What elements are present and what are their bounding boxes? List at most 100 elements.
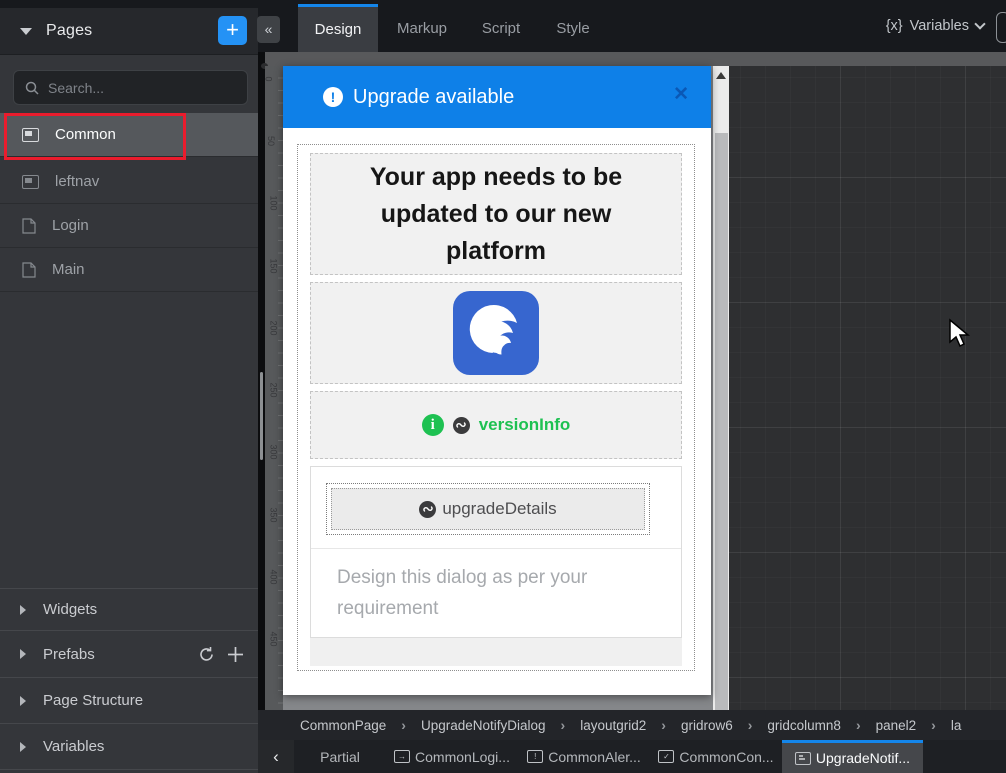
sidebar-item-leftnav[interactable]: leftnav [0, 160, 258, 204]
vertical-ruler: 0 50 100 150 200 250 300 350 400 450 [265, 66, 283, 710]
tab-common-login[interactable]: → CommonLogi... [386, 740, 518, 773]
horizontal-ruler [265, 52, 1006, 66]
panel-divider [311, 548, 681, 549]
bind-icon [453, 417, 470, 434]
alert-dialog-icon: ! [527, 750, 543, 763]
upgrade-details-button[interactable]: upgradeDetails [331, 488, 645, 530]
prefabs-accordion[interactable]: Prefabs [0, 630, 258, 677]
chevron-down-icon [974, 18, 985, 29]
ruler-number: 250 [269, 382, 279, 397]
dialog-layout-grid[interactable]: Your app needs to be updated to our new … [297, 144, 695, 671]
page-item-label: Main [52, 261, 85, 278]
panel2[interactable]: upgradeDetails Design this dialog as per… [310, 466, 682, 638]
tab-upgrade-notify[interactable]: UpgradeNotif... [782, 740, 923, 773]
canvas-scrollbar[interactable] [713, 66, 729, 712]
chevron-right-icon [20, 649, 26, 659]
upgrade-details-label: upgradeDetails [442, 499, 556, 519]
ruler-number: 200 [269, 320, 279, 335]
tabbar-scroll-left-button[interactable]: ‹ [258, 740, 294, 773]
confirm-dialog-icon: ✓ [658, 750, 674, 763]
collapse-sidebar-button[interactable]: « [257, 16, 280, 43]
sidebar-scrollbar[interactable] [260, 372, 263, 460]
breadcrumb-separator: › [561, 717, 566, 733]
bind-icon [419, 501, 436, 518]
tab-style[interactable]: Style [548, 4, 598, 52]
breadcrumb-item[interactable]: CommonPage [300, 718, 386, 733]
clipped-edge-button[interactable] [996, 12, 1006, 43]
partial-icon [22, 175, 39, 189]
page-icon [22, 262, 36, 278]
button-container[interactable]: upgradeDetails [326, 483, 650, 535]
tab-design[interactable]: Design [298, 4, 378, 52]
breadcrumb-item[interactable]: UpgradeNotifyDialog [421, 718, 546, 733]
dialog-heading: Your app needs to be updated to our new … [336, 159, 656, 270]
tab-label: CommonLogi... [415, 749, 510, 765]
refresh-icon[interactable] [198, 646, 215, 663]
page-icon [22, 218, 36, 234]
alert-badge-icon: ! [323, 87, 343, 107]
pages-search-input[interactable] [48, 80, 228, 96]
chevron-right-icon [20, 696, 26, 706]
breadcrumb-item[interactable]: gridcolumn8 [767, 718, 841, 733]
breadcrumb-item[interactable]: gridrow6 [681, 718, 733, 733]
canvas-grid [729, 66, 1006, 712]
page-structure-accordion[interactable]: Page Structure [0, 677, 258, 723]
panel-row[interactable]: upgradeDetails Design this dialog as per… [310, 466, 682, 666]
tab-common-alert[interactable]: ! CommonAler... [518, 740, 650, 773]
breadcrumb-item[interactable]: panel2 [876, 718, 917, 733]
accordion-label: Variables [43, 738, 104, 755]
ruler-number: 450 [269, 631, 279, 646]
sidebar-item-login[interactable]: Login [0, 204, 258, 248]
ruler-number: 300 [269, 444, 279, 459]
tab-common-confirm[interactable]: ✓ CommonCon... [650, 740, 782, 773]
pages-panel-header[interactable]: Pages + [0, 8, 258, 55]
variables-dropdown[interactable]: {x} Variables [886, 0, 984, 52]
pages-search-box[interactable] [13, 70, 248, 105]
notify-dialog-icon [795, 752, 811, 765]
ruler-number: 150 [269, 258, 279, 273]
breadcrumb-separator: › [931, 717, 936, 733]
variables-accordion[interactable]: Variables [0, 723, 258, 770]
pages-sidebar: Pages + Common leftnav Log [0, 8, 258, 773]
sidebar-item-common[interactable]: Common [0, 113, 258, 157]
dialog-title: Upgrade available [353, 86, 514, 109]
sidebar-item-main[interactable]: Main [0, 248, 258, 292]
studio-window: Pages + Common leftnav Log [0, 0, 1006, 773]
scrollbar-up-arrow-icon[interactable] [716, 72, 726, 79]
chevron-right-icon [20, 742, 26, 752]
partial-icon [22, 128, 39, 142]
page-item-label: Common [55, 126, 116, 143]
breadcrumb-separator: › [856, 717, 861, 733]
dialog-header[interactable]: ! Upgrade available ✕ [283, 66, 711, 128]
info-icon: i [422, 414, 444, 436]
breadcrumb-item[interactable]: layoutgrid2 [580, 718, 646, 733]
variables-x-icon: {x} [886, 18, 903, 34]
ruler-number: 400 [269, 569, 279, 584]
scrollbar-thumb[interactable] [715, 133, 728, 710]
close-icon[interactable]: ✕ [673, 83, 689, 106]
logo-row[interactable] [310, 282, 682, 384]
tab-markup[interactable]: Markup [390, 4, 454, 52]
panel-placeholder-text: Design this dialog as per your requireme… [337, 562, 637, 624]
breadcrumb-item[interactable]: la [951, 718, 962, 733]
artifact-tabbar: ‹ Partial → CommonLogi... ! CommonAler..… [258, 740, 1006, 773]
version-info-label: versionInfo [479, 415, 571, 435]
tab-label: CommonCon... [679, 749, 773, 765]
version-info-row[interactable]: i versionInfo [310, 391, 682, 459]
tab-script[interactable]: Script [474, 4, 528, 52]
breadcrumb-separator: › [748, 717, 753, 733]
heading-row[interactable]: Your app needs to be updated to our new … [310, 153, 682, 275]
page-item-label: Login [52, 217, 89, 234]
variables-dropdown-label: Variables [910, 18, 969, 34]
pages-panel-title: Pages [46, 22, 92, 40]
tab-label: Partial [320, 749, 360, 765]
tab-partial[interactable]: Partial [294, 740, 386, 773]
add-prefab-icon[interactable] [227, 646, 244, 663]
accordion-label: Widgets [43, 601, 97, 618]
widgets-accordion[interactable]: Widgets [0, 588, 258, 630]
accordion-label: Prefabs [43, 646, 95, 663]
pages-collapse-caret-icon[interactable] [20, 28, 32, 35]
ruler-number: 100 [269, 195, 279, 210]
add-page-button[interactable]: + [218, 16, 247, 45]
ruler-number: 0 [265, 76, 274, 81]
